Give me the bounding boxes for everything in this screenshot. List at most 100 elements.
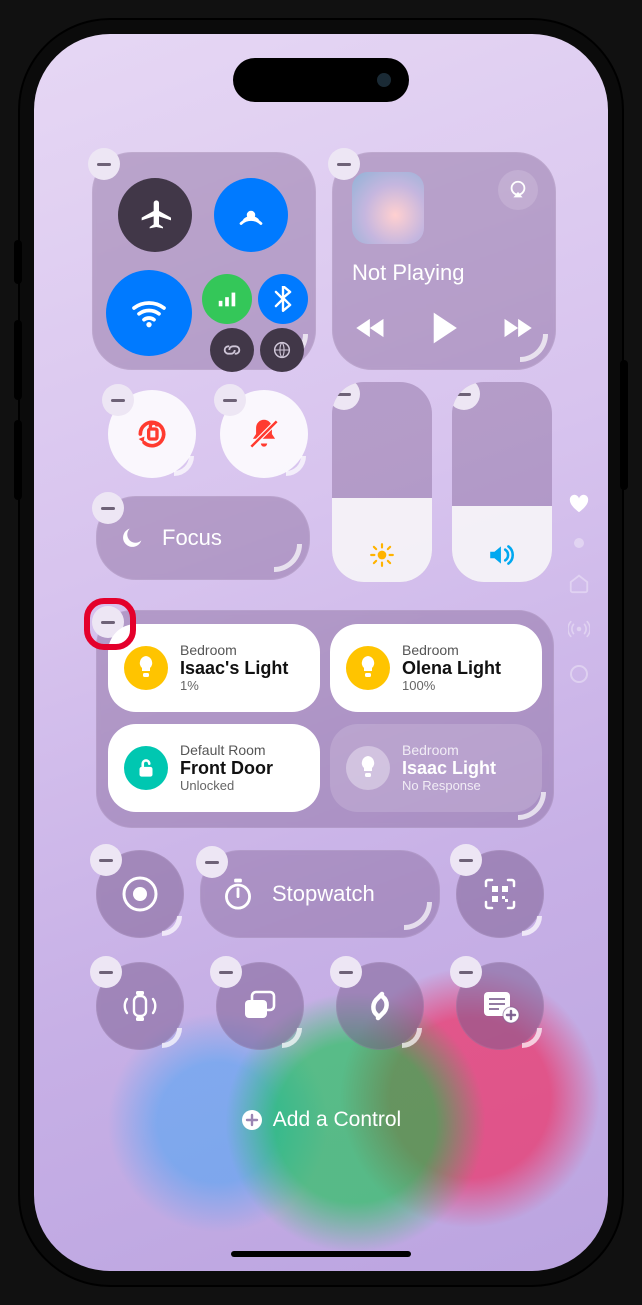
wifi-toggle[interactable]: [106, 270, 192, 356]
phone-frame: Not Playing: [20, 20, 622, 1285]
orientation-lock-toggle[interactable]: [108, 390, 196, 478]
home-page-icon[interactable]: [568, 572, 590, 594]
page-dot[interactable]: [574, 538, 584, 548]
shazam-icon: [360, 986, 400, 1026]
remove-button[interactable]: [90, 844, 122, 876]
home-name: Isaac's Light: [180, 658, 288, 679]
bluetooth-icon: [273, 286, 293, 312]
hw-volume-up: [14, 320, 22, 400]
brightness-fill: [332, 498, 432, 582]
radio-page-icon[interactable]: [568, 618, 590, 640]
airplay-icon: [507, 179, 529, 201]
wifi-icon: [129, 293, 169, 333]
home-indicator[interactable]: [231, 1251, 411, 1257]
lock-open-icon: [124, 746, 168, 790]
remove-button[interactable]: [196, 846, 228, 878]
bell-slash-icon: [245, 415, 283, 453]
connectivity-module[interactable]: [92, 152, 316, 370]
watch-ping-icon: [118, 984, 162, 1028]
remove-button[interactable]: [452, 382, 480, 410]
silent-toggle[interactable]: [220, 390, 308, 478]
home-name: Front Door: [180, 758, 273, 779]
hw-silent-switch: [14, 240, 22, 284]
remove-button[interactable]: [214, 384, 246, 416]
remove-button[interactable]: [210, 956, 242, 988]
qr-scan-button[interactable]: [456, 850, 544, 938]
resize-handle[interactable]: [522, 1028, 542, 1048]
remove-button[interactable]: [330, 956, 362, 988]
resize-handle[interactable]: [286, 456, 306, 476]
lightbulb-icon: [124, 646, 168, 690]
add-control-button[interactable]: Add a Control: [34, 1108, 608, 1132]
remove-button[interactable]: [450, 844, 482, 876]
shazam-button[interactable]: [336, 962, 424, 1050]
brightness-icon: [369, 542, 395, 568]
media-module[interactable]: Not Playing: [332, 152, 556, 370]
bluetooth-toggle[interactable]: [258, 274, 308, 324]
remove-button[interactable]: [450, 956, 482, 988]
hotspot-toggle[interactable]: [260, 328, 304, 372]
focus-module[interactable]: Focus: [96, 496, 310, 580]
home-tile[interactable]: Bedroom Isaac's Light 1%: [108, 624, 320, 712]
home-sub: 1%: [180, 679, 288, 694]
home-tile[interactable]: Bedroom Olena Light 100%: [330, 624, 542, 712]
vpn-toggle[interactable]: [210, 328, 254, 372]
lightbulb-icon: [346, 646, 390, 690]
home-room: Bedroom: [402, 742, 496, 758]
lightbulb-icon: [346, 746, 390, 790]
resize-handle[interactable]: [522, 916, 542, 936]
note-add-icon: [479, 987, 521, 1025]
resize-handle[interactable]: [274, 544, 302, 572]
volume-icon: [487, 542, 517, 568]
circle-page-icon[interactable]: [569, 664, 589, 684]
notes-button[interactable]: [456, 962, 544, 1050]
media-status: Not Playing: [352, 260, 465, 286]
home-room: Bedroom: [402, 642, 501, 658]
cellular-icon: [216, 288, 238, 310]
resize-handle[interactable]: [402, 1028, 422, 1048]
resize-handle[interactable]: [162, 916, 182, 936]
resize-handle[interactable]: [282, 1028, 302, 1048]
link-icon: [221, 339, 243, 361]
page-indicator[interactable]: [568, 494, 590, 684]
next-button[interactable]: [500, 314, 534, 342]
stopwatch-icon: [222, 876, 254, 912]
remove-button[interactable]: [102, 384, 134, 416]
remove-button[interactable]: [88, 148, 120, 180]
airplane-toggle[interactable]: [118, 178, 192, 252]
remove-button[interactable]: [92, 492, 124, 524]
remove-button[interactable]: [328, 148, 360, 180]
resize-handle[interactable]: [174, 456, 194, 476]
moon-icon: [118, 524, 146, 552]
screen-mirror-button[interactable]: [216, 962, 304, 1050]
resize-handle[interactable]: [404, 902, 432, 930]
home-name: Isaac Light: [402, 758, 496, 779]
stopwatch-module[interactable]: Stopwatch: [200, 850, 440, 938]
volume-slider[interactable]: [452, 382, 552, 582]
home-sub: 100%: [402, 679, 501, 694]
plus-circle-icon: [241, 1109, 263, 1131]
ping-watch-button[interactable]: [96, 962, 184, 1050]
cellular-toggle[interactable]: [202, 274, 252, 324]
home-tile[interactable]: Default Room Front Door Unlocked: [108, 724, 320, 812]
record-icon: [120, 874, 160, 914]
home-sub: No Response: [402, 779, 496, 794]
screen-record-button[interactable]: [96, 850, 184, 938]
resize-handle[interactable]: [162, 1028, 182, 1048]
home-room: Default Room: [180, 742, 273, 758]
brightness-slider[interactable]: [332, 382, 432, 582]
prev-button[interactable]: [354, 314, 388, 342]
focus-label: Focus: [162, 525, 222, 551]
heart-icon[interactable]: [568, 494, 590, 514]
home-room: Bedroom: [180, 642, 288, 658]
play-button[interactable]: [428, 310, 460, 346]
home-module[interactable]: Bedroom Isaac's Light 1% Bedroom Olena L…: [96, 610, 554, 828]
airplay-button[interactable]: [498, 170, 538, 210]
airplane-icon: [139, 199, 171, 231]
remove-button[interactable]: [90, 956, 122, 988]
home-tile[interactable]: Bedroom Isaac Light No Response: [330, 724, 542, 812]
remove-button[interactable]: [332, 382, 360, 410]
airdrop-toggle[interactable]: [214, 178, 288, 252]
hw-volume-down: [14, 420, 22, 500]
rectangles-icon: [240, 988, 280, 1024]
